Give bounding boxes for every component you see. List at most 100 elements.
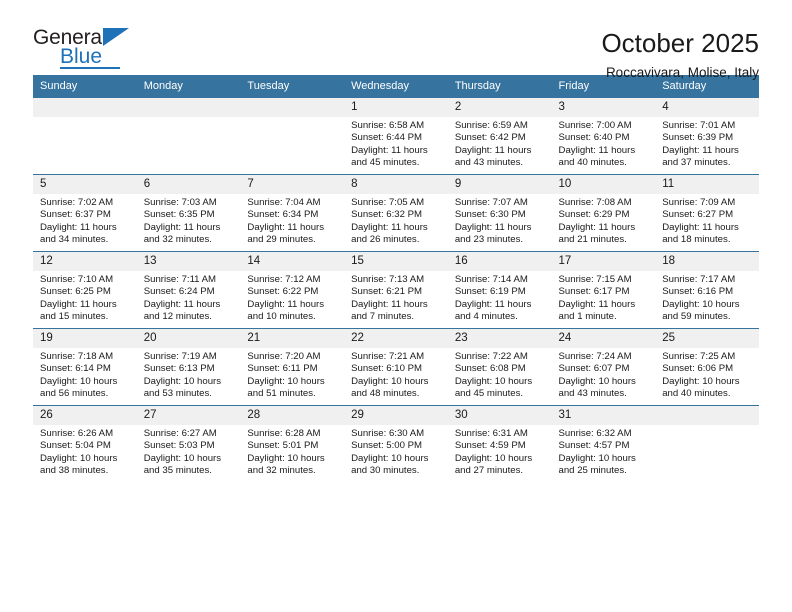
calendar-day-cell[interactable]: 26 Sunrise: 6:26 AM Sunset: 5:04 PM Dayligh… <box>33 405 137 482</box>
calendar-day-cell[interactable]: 18 Sunrise: 7:17 AM Sunset: 6:16 PM Dayligh… <box>655 251 759 329</box>
day-details: Sunrise: 6:59 AM Sunset: 6:42 PM Daylight:… <box>448 117 552 169</box>
daylight-text-line1: Daylight: 11 hours <box>558 144 636 156</box>
day-details: Sunrise: 7:17 AM Sunset: 6:16 PM Daylight:… <box>655 271 759 323</box>
daylight-text-line1: Daylight: 10 hours <box>143 452 222 464</box>
calendar-day-cell[interactable]: 10 Sunrise: 7:08 AM Sunset: 6:29 PM Dayligh… <box>551 174 656 252</box>
weekday-header-monday: Monday <box>136 75 241 98</box>
calendar-day-cell[interactable]: 29 Sunrise: 6:30 AM Sunset: 5:00 PM Dayligh… <box>344 405 448 482</box>
day-number: 24 <box>551 329 656 348</box>
sunrise-text: Sunrise: 7:25 AM <box>662 351 736 362</box>
sunrise-text: Sunrise: 7:12 AM <box>247 274 321 285</box>
sunrise-text: Sunrise: 7:04 AM <box>247 197 321 208</box>
calendar-page: General Blue October 2025 Roccavivara, M… <box>0 0 792 612</box>
calendar-day-cell[interactable]: 3 Sunrise: 7:00 AM Sunset: 6:40 PM Daylight… <box>551 97 656 175</box>
calendar-day-cell[interactable]: 27 Sunrise: 6:27 AM Sunset: 5:03 PM Dayligh… <box>136 405 241 482</box>
day-details: Sunrise: 7:07 AM Sunset: 6:30 PM Daylight:… <box>448 194 552 246</box>
calendar-day-cell[interactable]: 23 Sunrise: 7:22 AM Sunset: 6:08 PM Dayligh… <box>447 328 552 406</box>
calendar-day-cell[interactable]: 28 Sunrise: 6:28 AM Sunset: 5:01 PM Dayligh… <box>240 405 345 482</box>
calendar-day-cell[interactable]: 2 Sunrise: 6:59 AM Sunset: 6:42 PM Daylight… <box>447 97 552 175</box>
calendar-day-cell-empty <box>240 97 345 175</box>
calendar-day-cell[interactable]: 12 Sunrise: 7:10 AM Sunset: 6:25 PM Dayligh… <box>33 251 137 329</box>
calendar-day-cell[interactable]: 7 Sunrise: 7:04 AM Sunset: 6:34 PM Daylight… <box>240 174 345 252</box>
calendar-day-cell[interactable]: 21 Sunrise: 7:20 AM Sunset: 6:11 PM Dayligh… <box>240 328 345 406</box>
day-details: Sunrise: 7:25 AM Sunset: 6:06 PM Daylight:… <box>655 348 759 400</box>
calendar-day-cell[interactable]: 6 Sunrise: 7:03 AM Sunset: 6:35 PM Daylight… <box>136 174 241 252</box>
day-details: Sunrise: 6:30 AM Sunset: 5:00 PM Daylight:… <box>344 425 448 477</box>
day-number: 12 <box>33 252 137 271</box>
sunset-text: Sunset: 6:42 PM <box>454 132 526 144</box>
daylight-text-line1: Daylight: 11 hours <box>558 221 636 233</box>
sunset-text: Sunset: 6:14 PM <box>40 363 111 375</box>
day-number: 16 <box>447 252 552 271</box>
calendar-day-cell[interactable]: 30 Sunrise: 6:31 AM Sunset: 4:59 PM Dayligh… <box>447 405 552 482</box>
calendar-day-cell[interactable]: 15 Sunrise: 7:13 AM Sunset: 6:21 PM Dayligh… <box>344 251 448 329</box>
sunrise-text: Sunrise: 7:19 AM <box>143 351 217 362</box>
calendar-day-cell[interactable]: 22 Sunrise: 7:21 AM Sunset: 6:10 PM Dayligh… <box>344 328 448 406</box>
calendar-day-cell[interactable]: 17 Sunrise: 7:15 AM Sunset: 6:17 PM Dayligh… <box>551 251 656 329</box>
sunset-text: Sunset: 6:34 PM <box>247 209 319 221</box>
day-number: 18 <box>655 252 759 271</box>
sunset-text: Sunset: 6:35 PM <box>143 209 215 221</box>
calendar-day-cell[interactable]: 25 Sunrise: 7:25 AM Sunset: 6:06 PM Dayligh… <box>655 328 759 406</box>
day-number <box>136 98 241 117</box>
calendar-day-cell[interactable]: 19 Sunrise: 7:18 AM Sunset: 6:14 PM Dayligh… <box>33 328 137 406</box>
day-details: Sunrise: 7:24 AM Sunset: 6:07 PM Daylight:… <box>552 348 656 400</box>
sunset-text: Sunset: 6:39 PM <box>662 132 734 144</box>
day-number: 5 <box>33 175 137 194</box>
daylight-text-line1: Daylight: 11 hours <box>143 298 221 310</box>
day-number: 14 <box>240 252 345 271</box>
sunset-text: Sunset: 6:11 PM <box>247 363 318 375</box>
calendar-day-cell[interactable]: 1 Sunrise: 6:58 AM Sunset: 6:44 PM Daylight… <box>344 97 448 175</box>
calendar-day-cell[interactable]: 20 Sunrise: 7:19 AM Sunset: 6:13 PM Dayligh… <box>136 328 241 406</box>
day-number: 8 <box>344 175 448 194</box>
day-number: 30 <box>447 406 552 425</box>
daylight-text-line2: and 10 minutes. <box>247 310 316 322</box>
daylight-text-line2: and 15 minutes. <box>40 310 109 322</box>
sunrise-text: Sunrise: 7:17 AM <box>662 274 736 285</box>
day-details: Sunrise: 6:31 AM Sunset: 4:59 PM Daylight:… <box>448 425 552 477</box>
sunrise-sunset-calendar: Sunday Monday Tuesday Wednesday Thursday Frid… <box>33 75 759 482</box>
logo-underline <box>60 67 120 69</box>
sunset-text: Sunset: 6:16 PM <box>662 286 734 298</box>
day-number: 15 <box>344 252 448 271</box>
day-number <box>240 98 345 117</box>
daylight-text-line2: and 30 minutes. <box>351 464 420 476</box>
calendar-day-cell[interactable]: 9 Sunrise: 7:07 AM Sunset: 6:30 PM Daylight… <box>447 174 552 252</box>
calendar-day-cell[interactable]: 16 Sunrise: 7:14 AM Sunset: 6:19 PM Dayligh… <box>447 251 552 329</box>
sunrise-text: Sunrise: 7:11 AM <box>143 274 217 285</box>
daylight-text-line1: Daylight: 11 hours <box>454 298 532 310</box>
sunset-text: Sunset: 6:17 PM <box>558 286 630 298</box>
day-number: 17 <box>551 252 656 271</box>
weekday-header-sunday: Sunday <box>33 75 137 98</box>
sunrise-text: Sunrise: 7:13 AM <box>351 274 425 285</box>
daylight-text-line1: Daylight: 11 hours <box>247 298 325 310</box>
calendar-day-cell[interactable]: 4 Sunrise: 7:01 AM Sunset: 6:39 PM Daylight… <box>655 97 759 175</box>
daylight-text-line2: and 35 minutes. <box>143 464 212 476</box>
calendar-day-cell[interactable]: 31 Sunrise: 6:32 AM Sunset: 4:57 PM Dayligh… <box>551 405 656 482</box>
daylight-text-line1: Daylight: 11 hours <box>40 298 117 310</box>
sunset-text: Sunset: 6:10 PM <box>351 363 423 375</box>
day-number: 31 <box>551 406 656 425</box>
sunrise-text: Sunrise: 7:20 AM <box>247 351 321 362</box>
page-header: General Blue October 2025 Roccavivara, M… <box>33 0 759 80</box>
calendar-day-cell[interactable]: 13 Sunrise: 7:11 AM Sunset: 6:24 PM Dayligh… <box>136 251 241 329</box>
calendar-day-cell[interactable]: 8 Sunrise: 7:05 AM Sunset: 6:32 PM Daylight… <box>344 174 448 252</box>
page-subtitle: Roccavivara, Molise, Italy <box>605 65 759 80</box>
day-details: Sunrise: 7:09 AM Sunset: 6:27 PM Daylight:… <box>655 194 759 246</box>
calendar-day-cell[interactable]: 11 Sunrise: 7:09 AM Sunset: 6:27 PM Dayligh… <box>655 174 759 252</box>
sunset-text: Sunset: 6:06 PM <box>662 363 734 375</box>
day-details: Sunrise: 7:00 AM Sunset: 6:40 PM Daylight:… <box>552 117 656 169</box>
daylight-text-line2: and 40 minutes. <box>558 156 627 168</box>
calendar-day-cell[interactable]: 5 Sunrise: 7:02 AM Sunset: 6:37 PM Daylight… <box>33 174 137 252</box>
day-number: 3 <box>551 98 656 117</box>
sunset-text: Sunset: 6:24 PM <box>143 286 215 298</box>
daylight-text-line2: and 27 minutes. <box>454 464 524 476</box>
calendar-day-cell[interactable]: 14 Sunrise: 7:12 AM Sunset: 6:22 PM Dayligh… <box>240 251 345 329</box>
day-number: 21 <box>240 329 345 348</box>
daylight-text-line1: Daylight: 10 hours <box>351 375 429 387</box>
calendar-day-cell[interactable]: 24 Sunrise: 7:24 AM Sunset: 6:07 PM Dayligh… <box>551 328 656 406</box>
day-number: 10 <box>551 175 656 194</box>
day-details: Sunrise: 7:03 AM Sunset: 6:35 PM Daylight:… <box>137 194 241 246</box>
sunset-text: Sunset: 5:00 PM <box>351 440 423 452</box>
daylight-text-line2: and 29 minutes. <box>247 233 316 245</box>
